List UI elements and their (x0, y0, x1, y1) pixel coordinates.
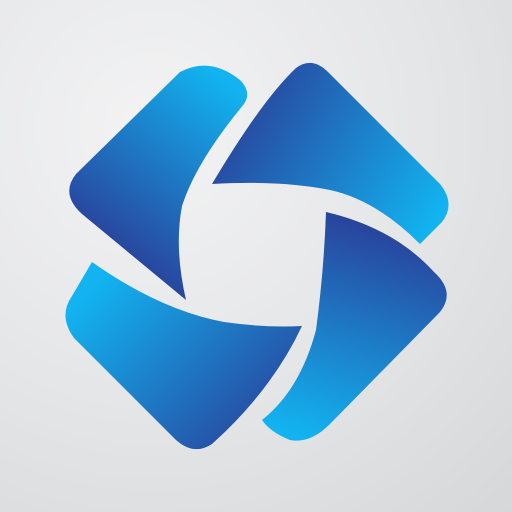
logo-canvas (0, 0, 512, 512)
pinwheel-logo-icon (65, 62, 449, 450)
logo-blade-bottom-right (262, 212, 447, 441)
